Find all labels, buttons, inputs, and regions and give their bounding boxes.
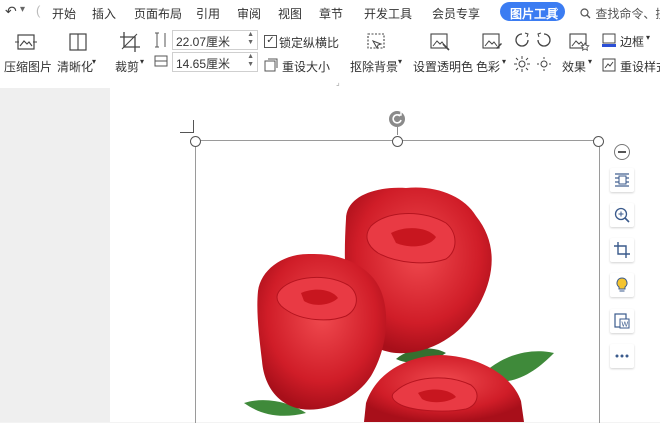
undo-dropdown-icon[interactable]: ▾ xyxy=(20,4,25,15)
reset-size-icon xyxy=(264,58,278,72)
color-label: 色彩 xyxy=(476,60,501,74)
set-transparent-color-icon xyxy=(430,33,450,51)
text-wrap-icon xyxy=(615,173,629,187)
tab-references[interactable]: 引用 xyxy=(196,5,220,22)
border-button[interactable]: 边框 ▾ xyxy=(602,32,658,50)
page-corner-mark xyxy=(193,120,194,133)
height-value: 14.65厘米 xyxy=(176,57,231,71)
color-icon xyxy=(482,33,502,49)
compress-picture-button[interactable]: 压缩图片 xyxy=(4,32,52,82)
effects-label: 效果 xyxy=(562,60,587,74)
more-tabs-icon[interactable]: › xyxy=(555,4,558,15)
crop-dropdown-icon: ▾ xyxy=(140,57,145,66)
search-box[interactable]: 查找命令、搜 xyxy=(580,5,660,22)
effects-button[interactable]: 效果 ▾ xyxy=(562,32,596,82)
tab-picture-tools[interactable]: 图片工具 › xyxy=(500,2,565,21)
remove-background-icon xyxy=(367,33,385,50)
resize-handle-top[interactable] xyxy=(392,136,403,147)
undo-icon[interactable]: ↶ xyxy=(5,3,17,20)
sharpen-dropdown-icon: ▾ xyxy=(92,57,97,66)
sharpen-icon xyxy=(69,33,87,51)
height-field[interactable]: 14.65厘米 ▲ ▼ xyxy=(172,52,258,72)
reset-style-label: 重设样式 xyxy=(620,60,660,74)
crop-picture-button[interactable] xyxy=(610,238,634,262)
remove-background-dropdown-icon: ▾ xyxy=(398,57,403,66)
picture-to-text-button[interactable]: W xyxy=(610,309,634,333)
width-icon xyxy=(154,32,168,51)
reset-size-button[interactable]: 重设大小 xyxy=(264,58,336,74)
smart-suggestion-button[interactable] xyxy=(610,273,634,297)
set-transparent-color-label: 设置透明色 xyxy=(413,60,474,74)
menu-bar: ↶ ▾ ( 开始 插入 页面布局 引用 审阅 视图 章节 开发工具 会员专享 图… xyxy=(0,0,660,24)
page-corner-mark xyxy=(180,132,194,133)
crop-label: 裁剪 xyxy=(115,60,140,74)
crop-icon xyxy=(120,32,140,52)
remove-background-label: 抠除背景 xyxy=(350,60,399,74)
resize-handle-top-left[interactable] xyxy=(190,136,201,147)
lightbulb-icon xyxy=(616,277,628,292)
collapse-toolbar-icon[interactable] xyxy=(614,144,630,160)
color-dropdown-icon: ▾ xyxy=(502,57,507,66)
rotation-stem xyxy=(397,127,398,135)
border-icon xyxy=(602,33,616,47)
crop-side-icon xyxy=(614,242,630,258)
decrease-contrast-icon[interactable] xyxy=(536,32,552,51)
effects-icon xyxy=(569,33,590,51)
search-placeholder: 查找命令、搜 xyxy=(595,7,660,21)
picture-tools-ribbon: 压缩图片 清晰化 ▾ 裁剪 ▾ 22.07厘米 ▲ ▼ 14.65厘米 ▲ ▼ ✓ … xyxy=(0,24,660,89)
more-icon xyxy=(615,354,629,358)
layout-options-button[interactable] xyxy=(610,168,634,192)
tab-page-layout[interactable]: 页面布局 xyxy=(134,5,182,22)
reset-size-label: 重设大小 xyxy=(282,60,331,74)
compress-picture-icon xyxy=(15,34,37,50)
zoom-picture-button[interactable] xyxy=(610,203,634,227)
sharpen-label: 清晰化 xyxy=(57,60,94,74)
width-field[interactable]: 22.07厘米 ▲ ▼ xyxy=(172,30,258,50)
tab-start[interactable]: 开始 xyxy=(52,5,76,22)
height-stepper[interactable]: ▲ ▼ xyxy=(247,53,254,69)
zoom-in-icon xyxy=(614,207,630,223)
height-icon xyxy=(154,54,168,71)
border-dropdown-icon: ▾ xyxy=(646,33,651,42)
tab-chapter[interactable]: 章节 xyxy=(319,5,343,22)
reset-style-button[interactable]: 重设样式 xyxy=(602,58,660,76)
reset-style-icon xyxy=(602,58,616,72)
increase-brightness-icon[interactable] xyxy=(514,56,530,75)
color-button[interactable]: 色彩 ▾ xyxy=(476,32,508,82)
more-options-button[interactable] xyxy=(610,344,634,368)
compress-picture-label: 压缩图片 xyxy=(4,60,53,74)
tab-insert[interactable]: 插入 xyxy=(92,5,116,22)
set-transparent-color-button[interactable]: 设置透明色 xyxy=(410,32,474,82)
decrease-brightness-icon[interactable] xyxy=(536,56,552,75)
effects-dropdown-icon: ▾ xyxy=(588,57,593,66)
crop-button[interactable]: 裁剪 ▾ xyxy=(112,32,148,82)
width-stepper[interactable]: ▲ ▼ xyxy=(247,31,254,47)
rotate-handle-icon[interactable] xyxy=(389,111,405,127)
sharpen-button[interactable]: 清晰化 ▾ xyxy=(56,32,100,82)
increase-contrast-icon[interactable] xyxy=(514,32,530,51)
svg-text:W: W xyxy=(622,322,629,329)
tab-developer[interactable]: 开发工具 xyxy=(364,5,412,22)
lock-ratio-checkbox[interactable]: ✓ xyxy=(264,35,277,48)
separator: ( xyxy=(36,3,41,18)
border-label: 边框 xyxy=(620,35,645,49)
image-to-word-icon: W xyxy=(614,313,630,329)
search-icon xyxy=(580,8,592,22)
width-value: 22.07厘米 xyxy=(176,35,231,49)
resize-handle-top-right[interactable] xyxy=(593,136,604,147)
tab-picture-tools-label: 图片工具 xyxy=(510,7,559,21)
lock-ratio-label: 锁定纵横比 xyxy=(279,36,340,50)
size-dialog-launcher-icon[interactable]: ⌟ xyxy=(336,78,340,87)
tab-review[interactable]: 审阅 xyxy=(237,5,261,22)
tab-view[interactable]: 视图 xyxy=(278,5,302,22)
tab-member[interactable]: 会员专享 xyxy=(432,5,480,22)
remove-background-button[interactable]: 抠除背景 ▾ xyxy=(350,32,402,82)
selection-frame xyxy=(195,140,600,423)
